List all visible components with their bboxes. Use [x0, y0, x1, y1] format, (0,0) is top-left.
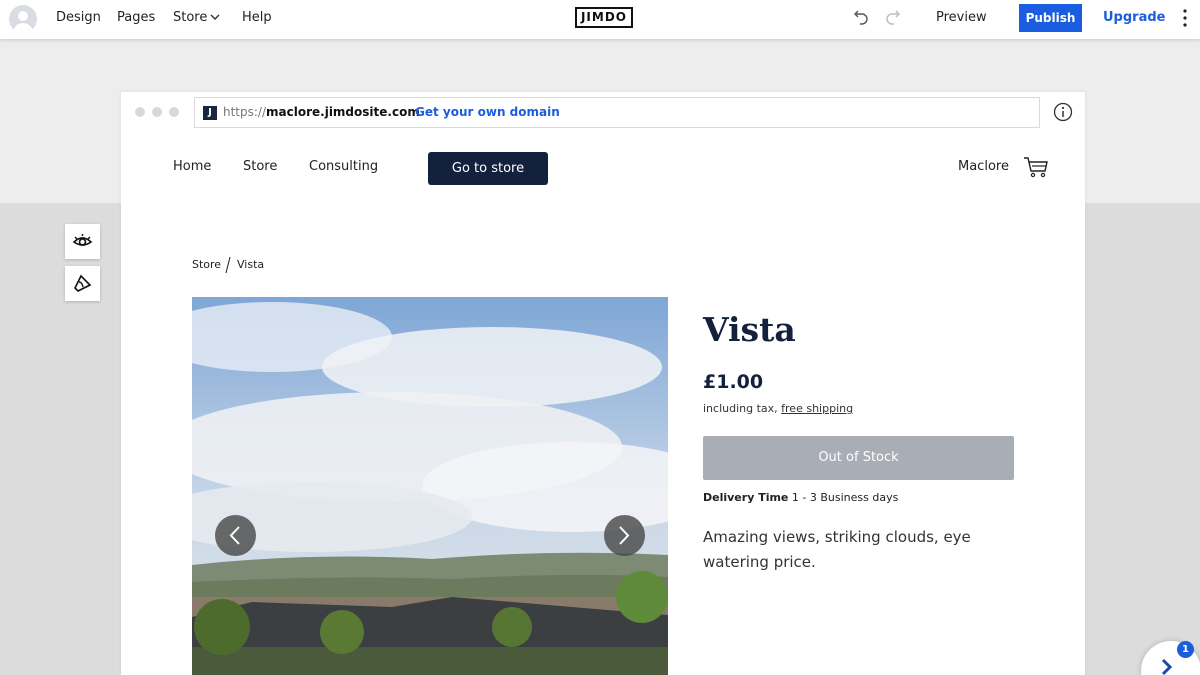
site-nav-consulting[interactable]: Consulting: [309, 159, 378, 174]
next-image-button[interactable]: [604, 515, 645, 556]
window-dot: [152, 107, 162, 117]
avatar-shoulders: [13, 23, 33, 33]
product-title: Vista: [703, 310, 796, 349]
site-brand-link[interactable]: Maclore: [958, 159, 1009, 174]
upgrade-link[interactable]: Upgrade: [1103, 10, 1165, 25]
site-nav-home[interactable]: Home: [173, 159, 211, 174]
breadcrumb-store[interactable]: Store: [192, 258, 221, 271]
chevron-down-icon[interactable]: [209, 11, 221, 23]
redo-icon[interactable]: [885, 9, 903, 27]
info-icon[interactable]: [1053, 102, 1073, 122]
window-dot: [135, 107, 145, 117]
eye-icon: [72, 234, 93, 246]
breadcrumb-separator: [225, 256, 231, 274]
url-text: https://maclore.jimdosite.com: [223, 105, 420, 119]
free-shipping-link[interactable]: free shipping: [781, 402, 853, 415]
url-bar[interactable]: J https://maclore.jimdosite.com Get your…: [194, 97, 1040, 128]
nav-pages[interactable]: Pages: [117, 10, 155, 25]
breadcrumb-vista: Vista: [237, 258, 265, 271]
chevron-left-icon: [229, 526, 240, 545]
get-domain-link[interactable]: Get your own domain: [415, 105, 560, 119]
delivery-time: Delivery Time 1 - 3 Business days: [703, 491, 899, 504]
nav-design[interactable]: Design: [56, 10, 101, 25]
undo-icon[interactable]: [851, 9, 869, 27]
chevron-right-icon: [1161, 658, 1173, 675]
site-favicon: J: [203, 106, 217, 120]
preview-eye-tool[interactable]: [65, 224, 100, 259]
user-avatar[interactable]: [9, 5, 37, 33]
brush-icon: [74, 274, 92, 292]
nav-store[interactable]: Store: [173, 10, 207, 25]
shopping-cart-icon[interactable]: [1023, 156, 1049, 178]
publish-button[interactable]: Publish: [1019, 4, 1082, 32]
avatar-head: [18, 11, 28, 21]
editor-toolbar: Design Pages Store Help JIMDO Preview Pu…: [0, 0, 1200, 39]
out-of-stock-button: Out of Stock: [703, 436, 1014, 480]
jimdo-logo: JIMDO: [575, 7, 633, 28]
go-to-store-button[interactable]: Go to store: [428, 152, 548, 185]
preview-button[interactable]: Preview: [936, 10, 987, 25]
tax-note: including tax, free shipping: [703, 402, 854, 415]
site-nav-store[interactable]: Store: [243, 159, 277, 174]
nav-help[interactable]: Help: [242, 10, 272, 25]
notification-badge: 1: [1177, 641, 1194, 658]
product-description: Amazing views, striking clouds, eye wate…: [703, 528, 971, 571]
previous-image-button[interactable]: [215, 515, 256, 556]
window-dot: [169, 107, 179, 117]
style-tool[interactable]: [65, 266, 100, 301]
more-options-icon[interactable]: [1178, 8, 1192, 28]
chevron-right-icon: [619, 526, 630, 545]
product-image[interactable]: [192, 297, 668, 675]
product-price: £1.00: [703, 371, 764, 393]
